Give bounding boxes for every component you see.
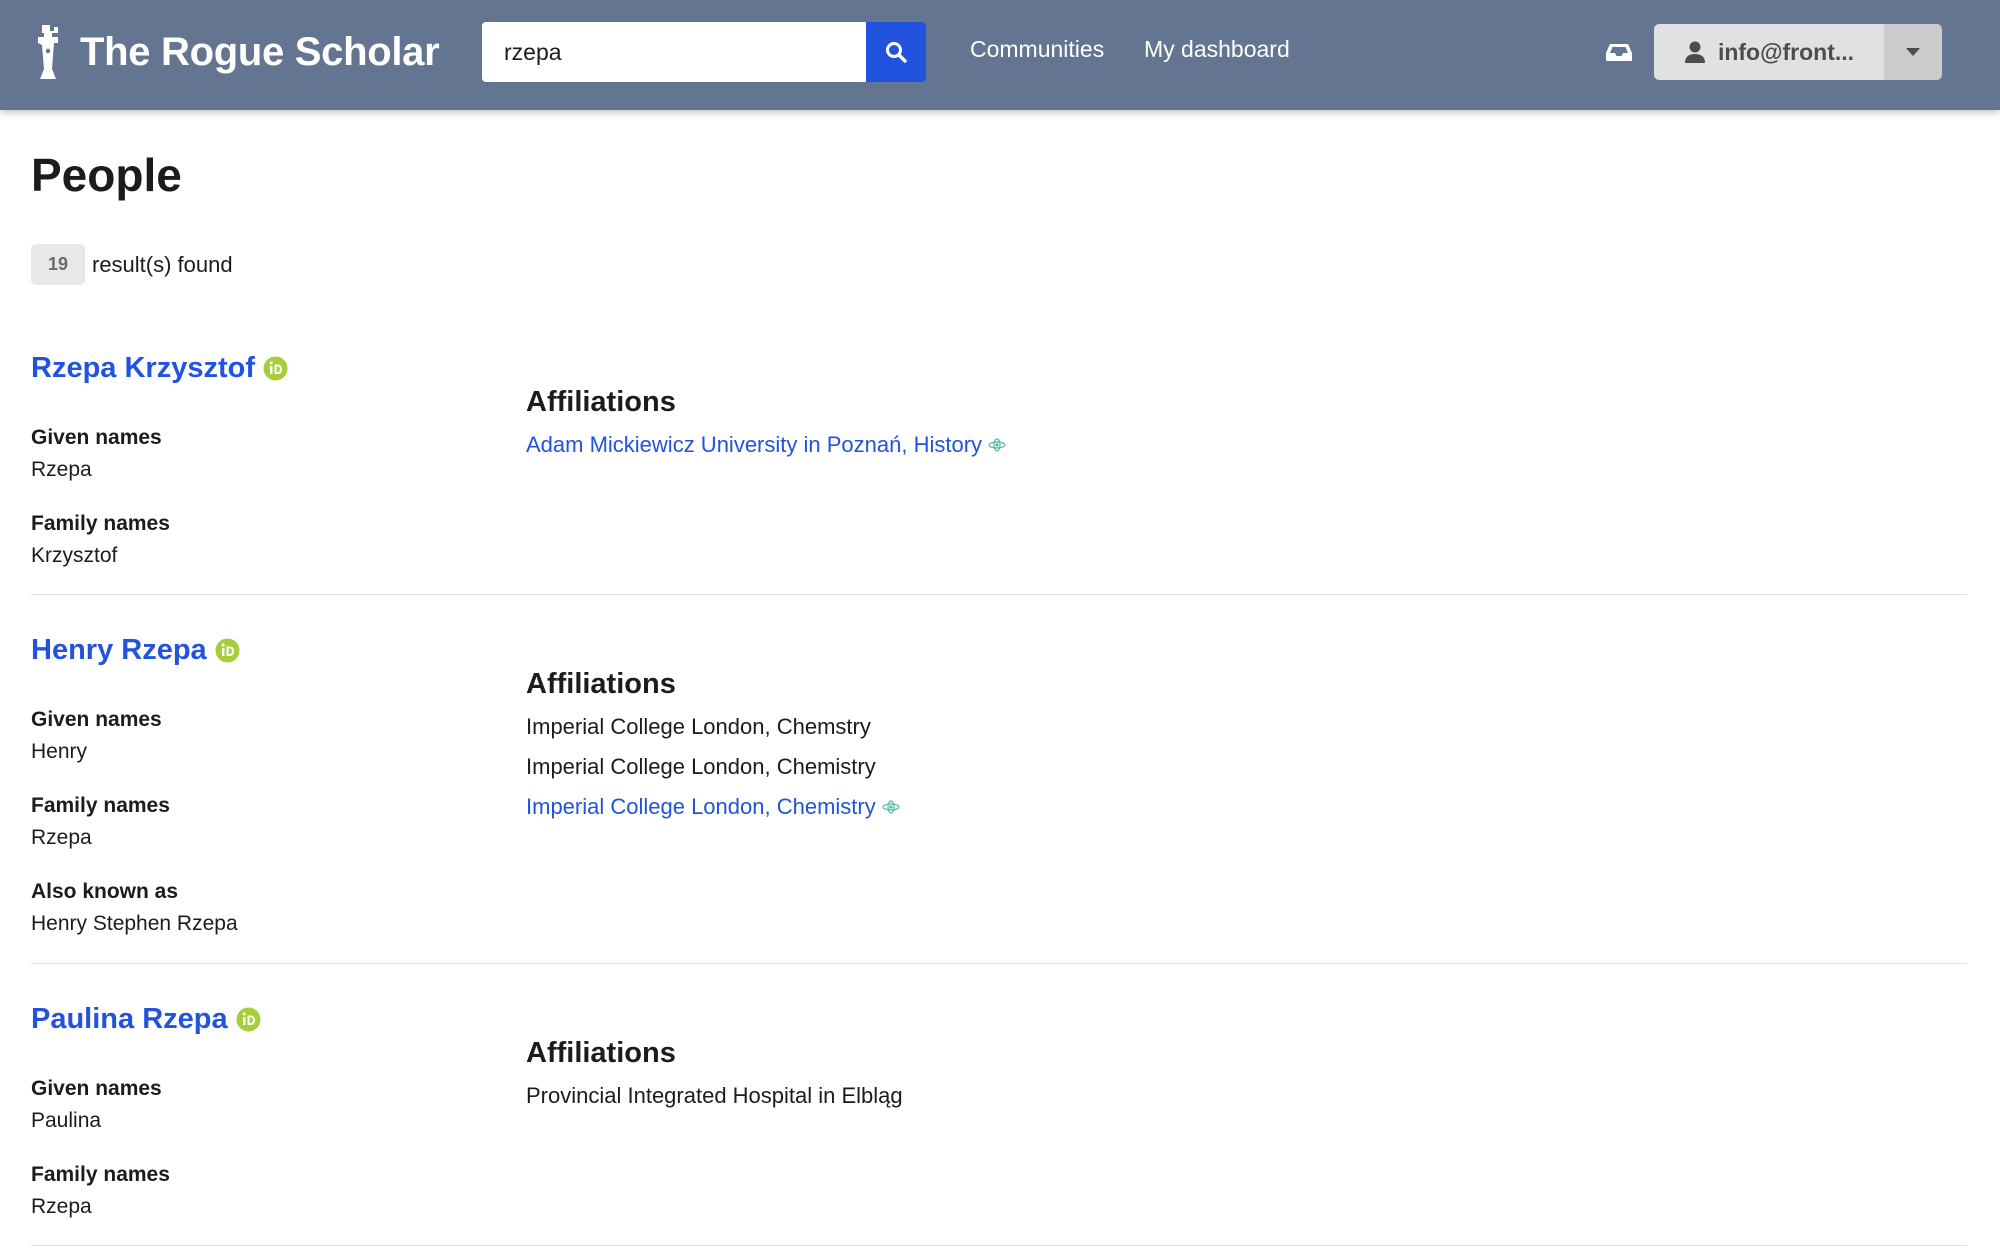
family-names-label: Family names: [31, 512, 170, 535]
nav-my-dashboard[interactable]: My dashboard: [1144, 36, 1290, 63]
affiliation-item: Imperial College London, Chemstry: [526, 714, 871, 740]
also-known-as-value: Henry Stephen Rzepa: [31, 912, 238, 935]
nav-communities[interactable]: Communities: [970, 36, 1104, 63]
caret-down-icon: [1906, 48, 1920, 56]
results-summary: 19 result(s) found: [31, 244, 233, 285]
results-text: result(s) found: [92, 251, 233, 277]
user-dropdown-button[interactable]: [1884, 24, 1942, 80]
given-names-value: Henry: [31, 740, 88, 763]
page-title: People: [31, 149, 182, 201]
search-button[interactable]: [866, 22, 926, 82]
person-result: Paulina Rzepa Given names Paulina Family…: [31, 1003, 1967, 1246]
person-name-link[interactable]: Paulina Rzepa: [31, 1003, 228, 1036]
affiliation-name: Imperial College London, Chemistry: [526, 754, 876, 779]
affiliations-heading: Affiliations: [526, 386, 676, 418]
inbox-icon[interactable]: [1604, 38, 1634, 66]
result-count-badge: 19: [31, 244, 85, 285]
family-names-label: Family names: [31, 794, 170, 817]
family-names-value: Rzepa: [31, 826, 92, 849]
orcid-icon[interactable]: [263, 356, 288, 381]
also-known-as-label: Also known as: [31, 880, 179, 903]
search-bar: [482, 22, 926, 82]
affiliation-name: Provincial Integrated Hospital in Elbląg: [526, 1083, 903, 1108]
orcid-icon[interactable]: [236, 1007, 261, 1032]
affiliation-item: Provincial Integrated Hospital in Elbląg: [526, 1083, 903, 1109]
top-navbar: The Rogue Scholar Communities My dashboa…: [0, 0, 2000, 110]
given-names-value: Paulina: [31, 1109, 102, 1132]
ror-icon: [988, 438, 1006, 452]
ror-icon: [882, 800, 900, 814]
orcid-icon[interactable]: [215, 638, 240, 663]
person-result: Henry Rzepa Given names Henry Family nam…: [31, 634, 1967, 964]
rogue-scholar-logo-icon: [38, 25, 58, 79]
affiliation-name: Adam Mickiewicz University in Poznań, Hi…: [526, 432, 983, 457]
user-menu: info@front...: [1654, 24, 1942, 80]
person-name-row: Paulina Rzepa: [31, 1003, 261, 1036]
brand-name: The Rogue Scholar: [80, 29, 440, 74]
given-names-label: Given names: [31, 426, 162, 449]
search-input[interactable]: [482, 22, 866, 82]
affiliation-name: Imperial College London, Chemistry: [526, 794, 876, 819]
affiliations-heading: Affiliations: [526, 668, 676, 700]
person-name-link[interactable]: Henry Rzepa: [31, 634, 207, 667]
family-names-label: Family names: [31, 1163, 170, 1186]
given-names-value: Rzepa: [31, 458, 92, 481]
family-names-value: Krzysztof: [31, 544, 118, 567]
affiliation-link[interactable]: Adam Mickiewicz University in Poznań, Hi…: [526, 432, 1006, 458]
user-icon: [1684, 41, 1705, 63]
affiliation-link[interactable]: Imperial College London, Chemistry: [526, 794, 900, 820]
given-names-label: Given names: [31, 1077, 162, 1100]
person-name-row: Henry Rzepa: [31, 634, 240, 667]
affiliation-name: Imperial College London, Chemstry: [526, 714, 871, 739]
affiliation-item: Imperial College London, Chemistry: [526, 754, 876, 780]
person-name-link[interactable]: Rzepa Krzysztof: [31, 352, 255, 385]
home-link[interactable]: The Rogue Scholar: [32, 22, 440, 82]
user-account-button[interactable]: info@front...: [1654, 24, 1884, 80]
search-icon: [886, 42, 907, 63]
user-email: info@front...: [1717, 38, 1855, 65]
given-names-label: Given names: [31, 708, 162, 731]
person-result: Rzepa Krzysztof Given names Rzepa Family…: [31, 352, 1967, 595]
person-name-row: Rzepa Krzysztof: [31, 352, 288, 385]
affiliations-heading: Affiliations: [526, 1037, 676, 1069]
family-names-value: Rzepa: [31, 1195, 92, 1218]
